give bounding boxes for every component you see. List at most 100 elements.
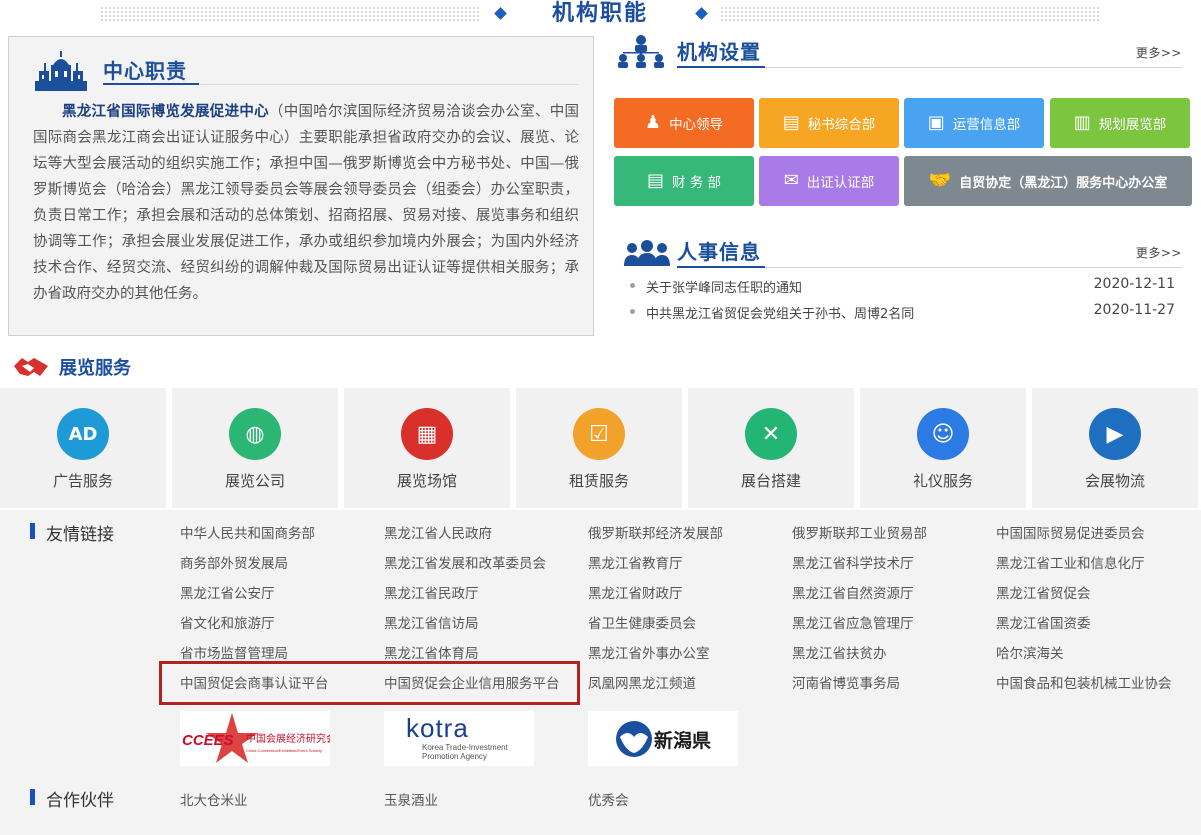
service-glyph: ✕ (761, 421, 781, 447)
department-button[interactable]: 🤝 自贸协定（黑龙江）服务中心办公室 (904, 156, 1192, 206)
friend-link[interactable]: 黑龙江省自然资源厅 (792, 582, 914, 602)
bullet-icon (630, 309, 635, 314)
service-label: 礼仪服务 (912, 472, 973, 490)
service-glyph: AD (68, 423, 98, 445)
truck-icon: ▶ (1089, 408, 1141, 460)
friend-link[interactable]: 中国国际贸易促进委员会 (996, 522, 1145, 542)
friend-link[interactable]: 俄罗斯联邦经济发展部 (588, 522, 723, 542)
friend-link[interactable]: 黑龙江省科学技术厅 (792, 552, 914, 572)
org-name: 黑龙江省国际博览发展促进中心 (62, 104, 269, 120)
friend-link[interactable]: 黑龙江省贸促会 (996, 582, 1091, 602)
friend-link[interactable]: 黑龙江省民政厅 (384, 582, 479, 602)
friend-link[interactable]: 黑龙江省信访局 (384, 612, 479, 632)
department-button[interactable]: ▥ 规划展览部 (1050, 98, 1190, 148)
service-glyph: ☑ (589, 421, 609, 447)
service-label: 展览公司 (224, 472, 285, 490)
service-card[interactable]: ▦ 展览场馆 (344, 388, 510, 508)
people-icon (624, 240, 670, 266)
handshake-icon: 🤝 (928, 170, 952, 191)
service-card[interactable]: ☑ 租赁服务 (516, 388, 682, 508)
org-setup-header: 机构设置 更多>> (615, 34, 1182, 74)
stadium-icon: ▦ (401, 408, 453, 460)
kotra-logo[interactable]: kotra Korea Trade-Investment Promotion A… (384, 711, 534, 766)
svg-text:CCEES: CCEES (182, 732, 234, 749)
department-button[interactable]: ▤ 秘书综合部 (759, 98, 899, 148)
services-title: 展览服务 (59, 358, 131, 379)
news-title[interactable]: 中共黑龙江省贸促会党组关于孙书、周博2名同 (646, 303, 914, 322)
duties-title-rule (199, 84, 579, 85)
department-button[interactable]: ▣ 运营信息部 (904, 98, 1044, 148)
page-title: 机构职能 (551, 1, 648, 26)
partner-link[interactable]: 玉泉酒业 (384, 789, 438, 809)
service-card[interactable]: AD 广告服务 (0, 388, 166, 508)
friend-link[interactable]: 哈尔滨海关 (996, 642, 1064, 662)
service-card[interactable]: ☺ 礼仪服务 (860, 388, 1026, 508)
friend-link[interactable]: 省市场监督管理局 (180, 642, 288, 662)
handshake-icon (14, 358, 48, 376)
svg-text:中国会展经济研究会: 中国会展经济研究会 (246, 732, 330, 745)
diamond-left-icon (494, 7, 507, 20)
globe-person-icon: ◍ (229, 408, 281, 460)
friend-link[interactable]: 省卫生健康委员会 (588, 612, 696, 632)
center-duties-panel: 中心职责 黑龙江省国际博览发展促进中心（中国哈尔滨国际经济贸易洽谈会办公室、中国… (8, 36, 594, 336)
department-label: 运营信息部 (952, 117, 1021, 133)
partners-title: 合作伙伴 (46, 791, 114, 811)
friend-link[interactable]: 黑龙江省发展和改革委员会 (384, 552, 546, 572)
building-icon (35, 51, 87, 91)
department-label: 秘书综合部 (807, 117, 876, 133)
department-label: 财 务 部 (671, 175, 722, 191)
svg-text:kotra: kotra (406, 713, 469, 743)
svg-text:Korea Trade-Investment: Korea Trade-Investment (422, 743, 509, 752)
friend-link[interactable]: 省文化和旅游厅 (180, 612, 275, 632)
org-setup-rule (765, 67, 1182, 68)
service-card[interactable]: ◍ 展览公司 (172, 388, 338, 508)
department-button[interactable]: ✉ 出证认证部 (759, 156, 899, 206)
friend-link[interactable]: 黑龙江省外事办公室 (588, 642, 710, 662)
friend-link[interactable]: 黑龙江省公安厅 (180, 582, 275, 602)
service-glyph: ▶ (1106, 421, 1124, 447)
tray-icon: ▥ (1073, 112, 1091, 133)
kotra-logo-image: kotra Korea Trade-Investment Promotion A… (406, 713, 509, 761)
top-header: 机构职能 (0, 0, 1201, 30)
friend-link[interactable]: 商务部外贸发展局 (180, 552, 288, 572)
friend-link[interactable]: 黑龙江省应急管理厅 (792, 612, 914, 632)
friend-link[interactable]: 凤凰网黑龙江频道 (588, 672, 696, 692)
service-glyph: ☺ (931, 421, 955, 447)
service-label: 租赁服务 (568, 472, 629, 490)
news-date: 2020-12-11 (1093, 276, 1175, 292)
friend-link[interactable]: 黑龙江省国资委 (996, 612, 1091, 632)
department-button[interactable]: ▤ 财 务 部 (614, 156, 754, 206)
department-label: 规划展览部 (1098, 117, 1167, 133)
svg-text:新潟県: 新潟県 (654, 729, 711, 752)
news-date: 2020-11-27 (1093, 302, 1175, 318)
service-card[interactable]: ✕ 展台搭建 (688, 388, 854, 508)
personnel-more-link[interactable]: 更多>> (1136, 244, 1182, 261)
news-item[interactable]: 中共黑龙江省贸促会党组关于孙书、周博2名同 2020-11-27 (630, 302, 1175, 322)
friend-link[interactable]: 中国食品和包装机械工业协会 (996, 672, 1172, 692)
niigata-logo[interactable]: 新潟県 (588, 711, 738, 766)
news-title[interactable]: 关于张学峰同志任职的通知 (646, 277, 802, 296)
info-card-icon: ▣ (927, 112, 945, 133)
friend-link[interactable]: 黑龙江省财政厅 (588, 582, 683, 602)
friend-link[interactable]: 黑龙江省扶贫办 (792, 642, 887, 662)
partner-link[interactable]: 优秀会 (588, 789, 629, 809)
service-card[interactable]: ▶ 会展物流 (1032, 388, 1198, 508)
friend-link[interactable]: 中华人民共和国商务部 (180, 522, 315, 542)
org-setup-more-link[interactable]: 更多>> (1136, 44, 1182, 61)
friend-link[interactable]: 河南省博览事务局 (792, 672, 900, 692)
friend-link[interactable]: 黑龙江省体育局 (384, 642, 479, 662)
friend-link[interactable]: 黑龙江省工业和信息化厅 (996, 552, 1145, 572)
ccees-logo[interactable]: CCEES 中国会展经济研究会 China Convention/Exhibit… (180, 711, 330, 766)
diamond-right-icon (695, 7, 708, 20)
friend-link[interactable]: 黑龙江省人民政府 (384, 522, 492, 542)
friend-link[interactable]: 俄罗斯联邦工业贸易部 (792, 522, 927, 542)
news-item[interactable]: 关于张学峰同志任职的通知 2020-12-11 (630, 276, 1175, 296)
department-button[interactable]: ♟ 中心领导 (614, 98, 754, 148)
service-glyph: ▦ (416, 421, 438, 447)
bullet-icon (630, 283, 635, 288)
personnel-title: 人事信息 (677, 240, 761, 264)
service-glyph: ◍ (245, 421, 265, 447)
header-dots-left (100, 6, 480, 22)
friend-link[interactable]: 黑龙江省教育厅 (588, 552, 683, 572)
partner-link[interactable]: 北大仓米业 (180, 789, 248, 809)
